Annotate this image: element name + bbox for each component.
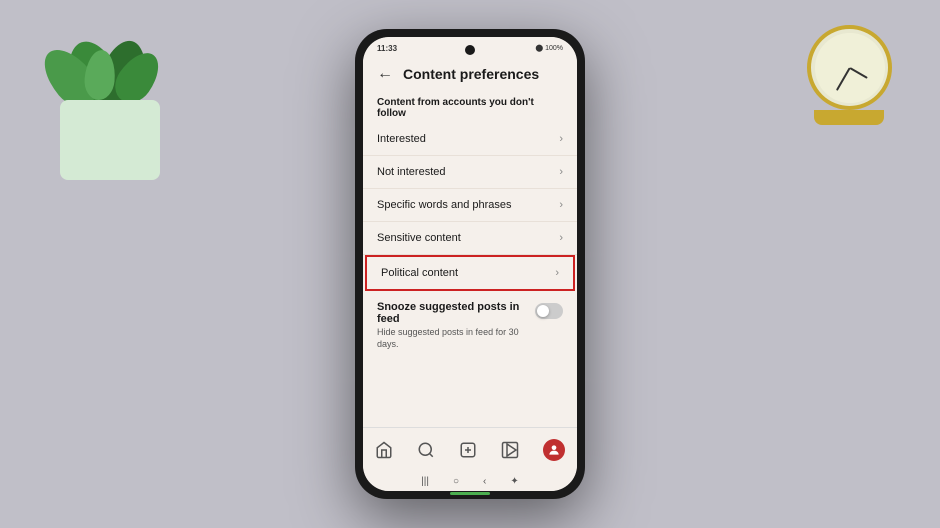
section-header: Content from accounts you don't follow [363,91,577,123]
nav-profile[interactable] [543,439,565,461]
menu-item-not-interested[interactable]: Not interested › [363,156,577,189]
nav-search[interactable] [417,441,435,459]
charging-indicator [450,492,490,495]
nav-home[interactable] [375,441,393,459]
sys-home[interactable]: ○ [453,476,459,487]
bottom-nav [363,427,577,471]
snooze-toggle[interactable] [535,303,563,319]
system-nav: ||| ○ ‹ ✦ [363,471,577,491]
nav-add[interactable] [459,441,477,459]
page-title: Content preferences [403,66,539,82]
sys-extra[interactable]: ✦ [510,476,518,487]
back-button[interactable]: ← [377,65,393,83]
top-bar: ← Content preferences [363,59,577,91]
menu-list: Interested › Not interested › Specific w… [363,123,577,427]
chevron-icon: › [559,199,563,211]
snooze-title: Snooze suggested posts in feed [377,301,535,325]
menu-item-specific-words[interactable]: Specific words and phrases › [363,189,577,222]
phone-device: 11:33 ⬤ 100% ← Content preferences Conte… [355,29,585,499]
menu-item-label: Sensitive content [377,232,461,244]
menu-item-political-content[interactable]: Political content › [365,255,575,291]
chevron-icon: › [559,166,563,178]
menu-item-label: Interested [377,133,426,145]
status-icons: ⬤ 100% [535,44,563,52]
sys-back[interactable]: ‹ [483,476,486,487]
plant-pot [60,100,160,180]
menu-item-interested[interactable]: Interested › [363,123,577,156]
toggle-knob [537,305,549,317]
menu-item-label: Political content [381,267,458,279]
chevron-icon: › [555,267,559,279]
menu-item-label: Not interested [377,166,445,178]
clock-decoration [800,15,900,125]
phone-screen: 11:33 ⬤ 100% ← Content preferences Conte… [363,37,577,491]
sys-recent[interactable]: ||| [421,476,429,487]
snooze-description: Hide suggested posts in feed for 30 days… [377,327,535,350]
plant-decoration [40,20,180,180]
menu-item-sensitive-content[interactable]: Sensitive content › [363,222,577,255]
chevron-icon: › [559,133,563,145]
status-time: 11:33 [377,44,397,53]
snooze-section: Snooze suggested posts in feed Hide sugg… [363,291,577,360]
battery-icon: ⬤ 100% [535,44,563,52]
chevron-icon: › [559,232,563,244]
menu-item-label: Specific words and phrases [377,199,512,211]
phone-camera [465,45,475,55]
nav-reels[interactable] [501,441,519,459]
